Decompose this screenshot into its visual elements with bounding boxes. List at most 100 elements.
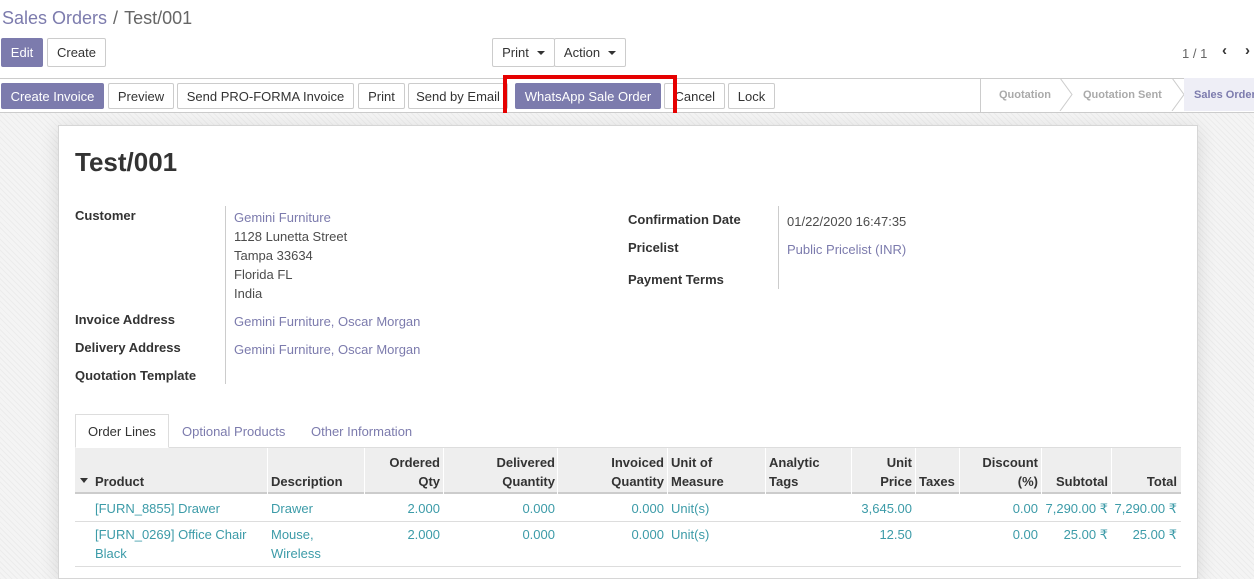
row-subtotal: 7,290.00 ₹ [1045,501,1109,516]
print-button[interactable]: Print [358,83,405,109]
column-header-line: Qty [418,474,440,489]
row-unit-price[interactable]: 3,645.00 [835,499,912,518]
tab-order-lines[interactable]: Order Lines [75,414,169,448]
field-divider [225,206,226,384]
control-panel: Sales Orders / Test/001 Edit Create Print … [0,0,1254,78]
row-delivered-qty[interactable]: 0.000 [460,525,555,544]
edit-button[interactable]: Edit [1,38,43,67]
tab-optional-products[interactable]: Optional Products [182,414,285,448]
row-uom[interactable]: Unit(s) [671,499,709,518]
column-divider [443,448,444,494]
caret-down-icon[interactable] [80,478,88,483]
delivery-address-link[interactable]: Gemini Furniture, Oscar Morgan [234,342,420,357]
column-divider [915,448,916,494]
row-unit-price[interactable]: 12.50 [835,525,912,544]
column-product[interactable]: Product [95,472,144,491]
row-product-line: [FURN_0269] Office Chair [95,527,247,542]
quotation-template-label: Quotation Template [75,368,197,383]
column-divider [267,448,268,494]
column-taxes[interactable]: Taxes [919,472,955,491]
customer-address-line: India [234,286,263,301]
invoice-address-link[interactable]: Gemini Furniture, Oscar Morgan [234,314,420,329]
customer-address-line: Tampa 33634 [234,248,313,263]
row-description-line: Wireless [271,546,321,561]
pager-value[interactable]: 1 / 1 [1182,46,1207,61]
send-by-email-button[interactable]: Send by Email [408,83,508,109]
column-invoiced-qty[interactable]: Invoiced Quantity [570,453,664,491]
print-dropdown-label: Print [502,45,529,60]
column-analytic-tags[interactable]: Analytic Tags [769,453,820,491]
create-button[interactable]: Create [47,38,106,67]
status-step-quotation-sent[interactable]: Quotation Sent [1083,78,1162,111]
step-chevron-icon [1171,78,1185,111]
invoice-address-label: Invoice Address [75,312,175,327]
row-uom[interactable]: Unit(s) [671,525,709,544]
column-uom[interactable]: Unit of Measure [671,453,724,491]
column-divider [557,448,558,494]
breadcrumb-separator: / [113,8,119,28]
column-header-line: Ordered [389,455,440,470]
column-header-line: Quantity [611,474,664,489]
row-product[interactable]: [FURN_8855] Drawer [95,499,220,518]
delivery-address-label: Delivery Address [75,340,181,355]
customer-label: Customer [75,208,136,223]
print-dropdown[interactable]: Print [492,38,555,67]
row-product-line: Black [95,546,127,561]
column-divider [364,448,365,494]
column-header-line: Invoiced [611,455,664,470]
action-dropdown[interactable]: Action [554,38,626,67]
row-subtotal: 25.00 ₹ [1063,527,1108,542]
column-divider [1111,448,1112,494]
row-discount[interactable]: 0.00 [965,525,1038,544]
status-steps: Quotation Quotation Sent Sales Order [980,78,1254,113]
column-delivered-qty[interactable]: Delivered Quantity [460,453,555,491]
create-invoice-button[interactable]: Create Invoice [1,83,104,109]
column-header-line: Price [880,474,912,489]
breadcrumb-current: Test/001 [124,8,193,28]
column-ordered-qty[interactable]: Ordered Qty [370,453,440,491]
row-description[interactable]: Mouse, Wireless [271,525,321,563]
pricelist-label: Pricelist [628,240,679,255]
lock-button[interactable]: Lock [728,83,775,109]
payment-terms-label: Payment Terms [628,272,724,287]
customer-link[interactable]: Gemini Furniture [234,210,331,225]
preview-button[interactable]: Preview [108,83,174,109]
chevron-right-icon[interactable]: › [1245,42,1250,59]
row-delivered-qty[interactable]: 0.000 [460,499,555,518]
column-unit-price[interactable]: Unit Price [855,453,912,491]
caret-down-icon [536,50,545,55]
column-header-line: Discount [982,455,1038,470]
column-header-line: Quantity [502,474,555,489]
row-ordered-qty[interactable]: 2.000 [360,525,440,544]
chevron-left-icon[interactable]: ‹ [1222,42,1227,59]
breadcrumb-sales-orders[interactable]: Sales Orders [2,8,107,28]
column-divider [667,448,668,494]
pricelist-link[interactable]: Public Pricelist (INR) [787,242,906,257]
caret-down-icon [608,50,617,55]
column-header-line: Measure [671,474,724,489]
row-ordered-qty[interactable]: 2.000 [360,499,440,518]
status-step-quotation[interactable]: Quotation [999,78,1051,111]
tab-other-information[interactable]: Other Information [311,414,412,448]
action-dropdown-label: Action [563,45,601,60]
row-description[interactable]: Drawer [271,499,313,518]
column-subtotal[interactable]: Subtotal [1045,472,1108,491]
column-divider [959,448,960,494]
send-proforma-button[interactable]: Send PRO-FORMA Invoice [177,83,354,109]
column-header-line: (%) [1017,474,1038,489]
column-total[interactable]: Total [1115,472,1177,491]
notebook-tabs: Order Lines Optional Products Other Info… [75,414,1181,448]
row-invoiced-qty[interactable]: 0.000 [570,499,664,518]
row-invoiced-qty[interactable]: 0.000 [570,525,664,544]
row-description-line: Mouse, [271,527,314,542]
column-header-line: Unit [886,455,912,470]
column-header-line: Tags [769,474,799,489]
column-discount[interactable]: Discount (%) [970,453,1038,491]
customer-address-line: Florida FL [234,267,293,282]
field-divider [778,206,779,289]
row-product[interactable]: [FURN_0269] Office Chair Black [95,525,247,563]
row-total: 7,290.00 ₹ [1114,501,1178,516]
column-description[interactable]: Description [271,472,343,491]
column-header-line: Unit of [671,455,713,470]
row-discount[interactable]: 0.00 [965,499,1038,518]
